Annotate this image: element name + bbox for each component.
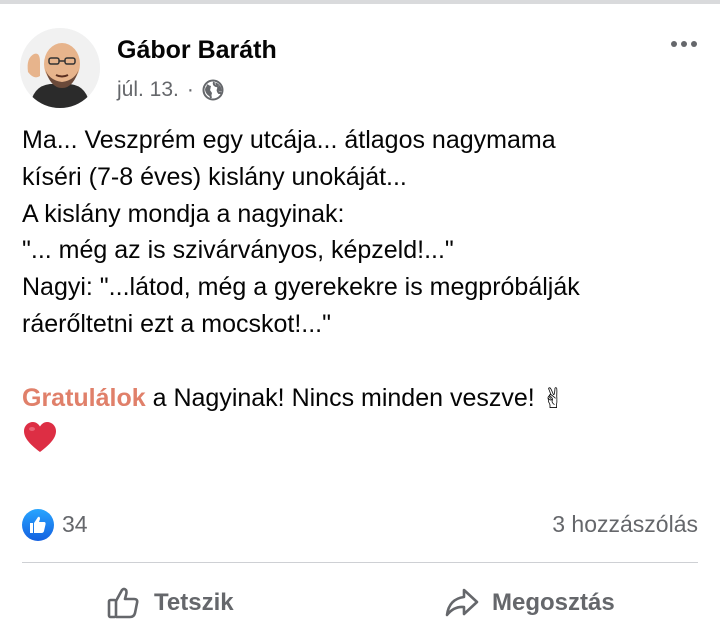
avatar-memoji-icon [20,28,100,108]
congrats-highlight: Gratulálok [22,383,146,412]
like-button-label: Tetszik [154,589,234,616]
post-text: Ma... Veszprém egy utcája... átlagos nag… [22,122,712,456]
post-card: Gábor Baráth júl. 13. · Ma... Veszprém e… [0,0,720,642]
reactions-bar: 34 3 hozzászólás [22,508,698,542]
share-button[interactable]: Megosztás [444,581,615,625]
like-count[interactable]: 34 [62,511,88,538]
comment-count[interactable]: 3 hozzászólás [552,511,698,538]
like-button[interactable]: Tetszik [106,581,234,625]
congrats-line: Gratulálok a Nagyinak! Nincs minden vesz… [22,380,712,418]
thumbs-up-outline-icon [107,587,139,619]
post-text-line: ráerőltetni ezt a mocskot!..." [22,309,331,338]
avatar[interactable] [20,28,100,108]
like-reaction-icon[interactable] [22,509,54,541]
dot-icon [691,41,697,47]
post-text-line: A kislány mondja a nagyinak: [22,199,345,228]
post-text-line: Nagyi: "...látod, még a gyerekekre is me… [22,273,580,302]
heart-line [22,417,712,455]
dot-icon [671,41,677,47]
thumbs-up-icon [30,516,46,533]
post-text-line: Ma... Veszprém egy utcája... átlagos nag… [22,126,556,154]
congrats-text: a Nagyinak! Nincs minden veszve! [145,383,542,412]
author-name[interactable]: Gábor Baráth [117,36,277,65]
meta-separator: · [186,78,194,101]
share-arrow-icon [445,588,479,617]
post-text-line: "... még az is szivárványos, képzeld!...… [22,236,454,265]
victory-hand-icon: ✌ [541,382,566,414]
more-options-button[interactable] [664,30,704,58]
post-text-line: kíséri (7-8 éves) kislány unokáját... [22,162,407,191]
dot-icon [681,41,687,47]
post-header: Gábor Baráth júl. 13. · [0,0,720,120]
action-bar: Tetszik Megosztás [0,563,720,642]
heart-icon [24,421,56,452]
post-date[interactable]: júl. 13. [117,78,179,102]
globe-icon[interactable] [202,79,224,101]
post-meta: júl. 13. · [117,78,224,102]
share-button-label: Megosztás [492,589,615,616]
